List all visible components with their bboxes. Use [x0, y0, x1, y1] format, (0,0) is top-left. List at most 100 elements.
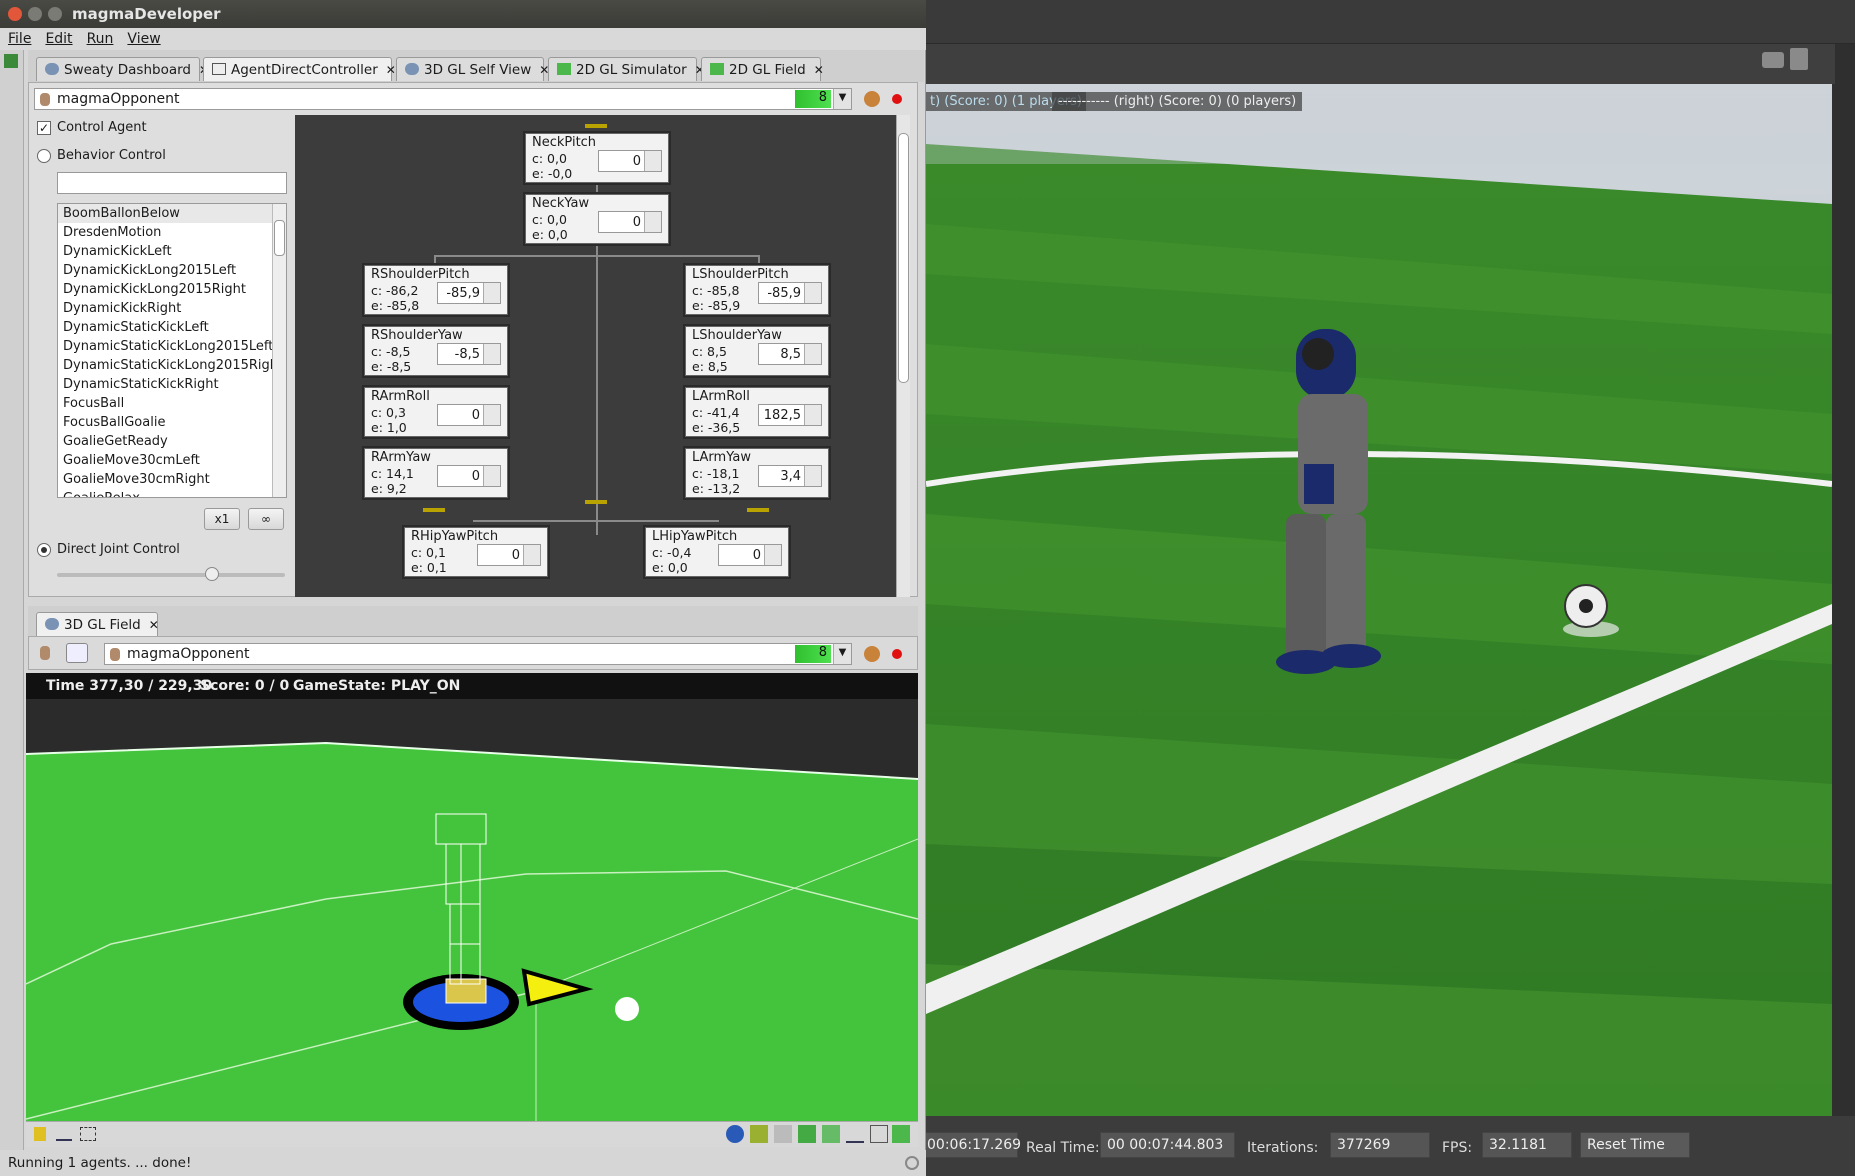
joint-speed-slider-handle[interactable]	[205, 567, 219, 581]
info-icon[interactable]	[726, 1125, 744, 1143]
diagram-scrollbar[interactable]	[896, 115, 910, 597]
joint-neck-pitch: NeckPitch c: 0,0 e: -0,0 0	[525, 133, 669, 183]
joint-value-spinner[interactable]: -85,9	[758, 282, 822, 304]
game-hud: Time 377,30 / 229,30 Score: 0 / 0 GameSt…	[26, 673, 918, 699]
grid-tool-icon[interactable]	[80, 1127, 96, 1141]
tab-3d-gl-field[interactable]: 3D GL Field ✕	[36, 612, 159, 636]
tab-sweaty-dashboard[interactable]: Sweaty Dashboard✕	[36, 57, 209, 81]
play-once-button[interactable]: x1	[204, 508, 240, 530]
play-loop-button[interactable]: ∞	[248, 508, 284, 530]
menu-file[interactable]: File	[8, 31, 31, 47]
diagram-scroll-thumb[interactable]	[898, 133, 909, 383]
list-item[interactable]: GoalieMove30cmRight	[58, 470, 286, 489]
pin-icon[interactable]	[34, 1127, 46, 1141]
list-item[interactable]: FocusBallGoalie	[58, 413, 286, 432]
list-item[interactable]: DynamicStaticKickLong2015Right	[58, 356, 286, 375]
record-icon[interactable]	[892, 649, 902, 659]
list-item[interactable]: FocusBall	[58, 394, 286, 413]
list-scroll-thumb[interactable]	[274, 220, 285, 256]
list-item[interactable]: BoomBallonBelow	[58, 204, 286, 223]
magma-developer-window: magmaDeveloper File Edit Run View Sweaty Da…	[0, 0, 926, 1176]
grid-icon[interactable]	[870, 1125, 888, 1143]
dock-toggle-icon[interactable]	[4, 54, 18, 68]
list-item[interactable]: DynamicKickRight	[58, 299, 286, 318]
close-tab-icon[interactable]: ✕	[814, 63, 824, 77]
bottom-tab-bar: 3D GL Field ✕	[28, 606, 918, 636]
behavior-filter-input[interactable]	[57, 172, 287, 194]
link-icon[interactable]	[846, 1125, 864, 1143]
joint-value-spinner[interactable]: 0	[437, 465, 501, 487]
agent-icon	[40, 646, 50, 660]
agent-selector[interactable]: magmaOpponent 8 ▼	[34, 88, 852, 110]
window-title: magmaDeveloper	[72, 5, 221, 23]
window-titlebar: magmaDeveloper	[0, 0, 926, 28]
line-tool-icon[interactable]	[56, 1127, 72, 1141]
status-text: Running 1 agents. ... done!	[8, 1155, 192, 1171]
field-lines-icon[interactable]	[892, 1125, 910, 1143]
joint-value-spinner[interactable]: 8,5	[758, 343, 822, 365]
direct-joint-control-radio[interactable]	[37, 543, 51, 557]
tab-agent-direct-controller[interactable]: AgentDirectController ✕	[203, 57, 396, 81]
reset-time-button[interactable]: Reset Time	[1580, 1132, 1690, 1158]
close-tab-icon[interactable]: ✕	[149, 618, 159, 632]
log-icon[interactable]	[1790, 48, 1808, 70]
joint-value-spinner[interactable]: 3,4	[758, 465, 822, 487]
list-item[interactable]: DresdenMotion	[58, 223, 286, 242]
joint-value-spinner[interactable]: 0	[598, 211, 662, 233]
chevron-down-icon[interactable]: ▼	[833, 644, 851, 664]
menu-edit[interactable]: Edit	[45, 31, 72, 47]
record-icon[interactable]	[892, 94, 902, 104]
list-item[interactable]: DynamicKickLeft	[58, 242, 286, 261]
settings-gear-icon[interactable]	[905, 1156, 919, 1170]
joint-value-spinner[interactable]: 0	[718, 544, 782, 566]
joint-speed-slider[interactable]	[57, 573, 285, 577]
list-item[interactable]: DynamicKickLong2015Right	[58, 280, 286, 299]
maximize-window-icon[interactable]	[48, 7, 62, 21]
team-view-icon[interactable]	[798, 1125, 816, 1143]
joint-neck-yaw: NeckYaw c: 0,0 e: 0,0 0	[525, 194, 669, 244]
camera-icon[interactable]	[1762, 52, 1784, 68]
list-item[interactable]: DynamicKickLong2015Left	[58, 261, 286, 280]
tab-3d-gl-self-view[interactable]: 3D GL Self View ✕	[396, 57, 549, 81]
list-item[interactable]: DynamicStaticKickRight	[58, 375, 286, 394]
list-item[interactable]: GoalieRelax	[58, 489, 286, 497]
group-view-icon[interactable]	[822, 1125, 840, 1143]
controller-icon	[212, 63, 226, 75]
simulator-toolbar	[920, 44, 1835, 84]
list-item[interactable]: DynamicStaticKickLong2015Left	[58, 337, 286, 356]
player-view-icon[interactable]	[774, 1125, 792, 1143]
behavior-control-radio[interactable]	[37, 149, 51, 163]
joint-value-spinner[interactable]: 0	[477, 544, 541, 566]
dashboard-icon	[45, 63, 59, 75]
close-tab-icon[interactable]: ✕	[386, 63, 396, 77]
simulator-3d-view[interactable]: t) (Score: 0) (1 players) ----------- (r…	[926, 84, 1832, 1116]
field-icon	[710, 63, 724, 75]
joint-value-spinner[interactable]: 0	[598, 150, 662, 172]
list-scrollbar[interactable]	[272, 204, 286, 497]
menu-view[interactable]: View	[127, 31, 160, 47]
minimize-window-icon[interactable]	[28, 7, 42, 21]
right-team-label: ----------- (right) (Score: 0) (0 player…	[1052, 92, 1303, 111]
field-3d-view[interactable]	[26, 699, 918, 1121]
tab-2d-gl-simulator[interactable]: 2D GL Simulator ✕	[548, 57, 705, 81]
agent-team-icon[interactable]	[864, 646, 880, 662]
agent-team-icon[interactable]	[864, 91, 880, 107]
close-window-icon[interactable]	[8, 7, 22, 21]
bottom-agent-selector[interactable]: magmaOpponent 8 ▼	[104, 643, 852, 665]
joint-value-spinner[interactable]: -8,5	[437, 343, 501, 365]
menu-run[interactable]: Run	[87, 31, 114, 47]
field-view-icon[interactable]	[750, 1125, 768, 1143]
list-item[interactable]: GoalieMove30cmLeft	[58, 451, 286, 470]
list-item[interactable]: DynamicStaticKickLeft	[58, 318, 286, 337]
behavior-list[interactable]: BoomBallonBelow DresdenMotion DynamicKic…	[57, 203, 287, 498]
simulator-status-bar: 00:06:17.269 Real Time: 00 00:07:44.803 …	[920, 1116, 1855, 1176]
joint-value-spinner[interactable]: 182,5	[758, 404, 822, 426]
joint-value-spinner[interactable]: 0	[437, 404, 501, 426]
tab-2d-gl-field[interactable]: 2D GL Field ✕	[701, 57, 824, 81]
download-icon[interactable]	[66, 643, 88, 663]
joint-value-spinner[interactable]: -85,9	[437, 282, 501, 304]
chevron-down-icon[interactable]: ▼	[833, 89, 851, 109]
list-item[interactable]: GoalieGetReady	[58, 432, 286, 451]
radio-selected-dot	[41, 547, 47, 553]
control-agent-checkbox[interactable]: ✓	[37, 121, 51, 135]
